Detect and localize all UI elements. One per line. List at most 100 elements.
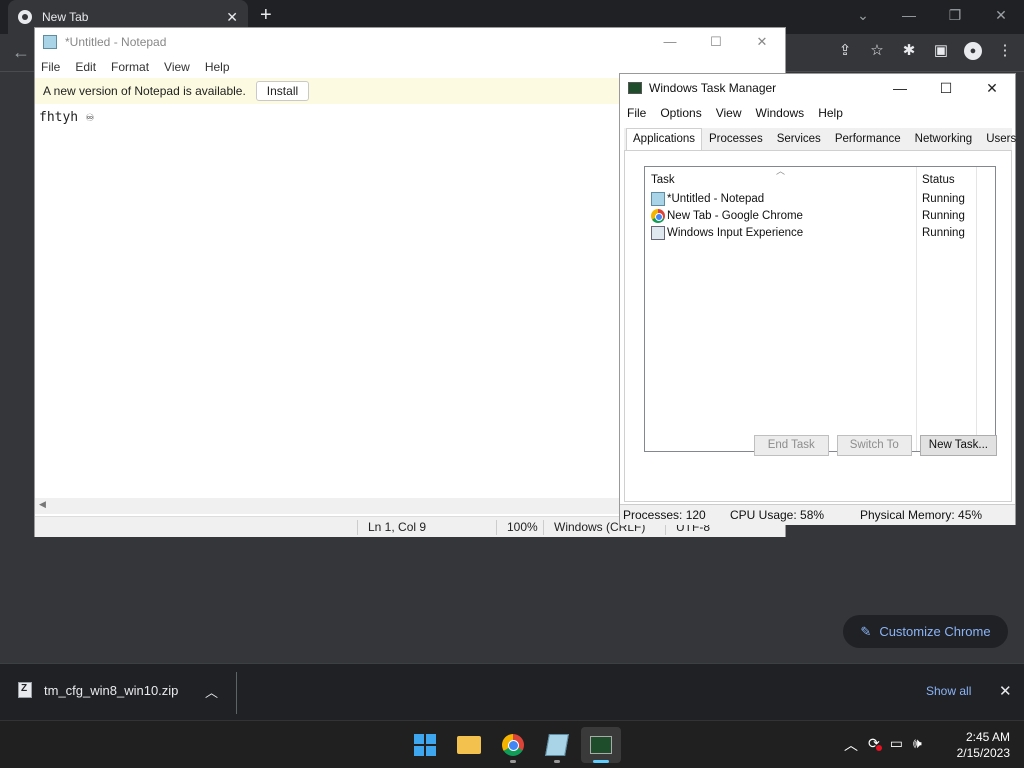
applications-panel: ︿ Task Status *Untitled - Notepad Runnin… [624, 150, 1012, 502]
download-bar: tm_cfg_win8_win10.zip ︿ Show all ✕ [0, 663, 1024, 720]
download-filename: tm_cfg_win8_win10.zip [44, 682, 179, 698]
windows-logo-icon [414, 734, 436, 756]
install-button[interactable]: Install [255, 81, 310, 101]
notepad-icon [651, 192, 665, 206]
running-indicator [554, 760, 560, 763]
taskbar-task-manager[interactable] [581, 727, 621, 763]
menu-help[interactable]: Help [205, 60, 230, 74]
download-item[interactable]: tm_cfg_win8_win10.zip [18, 682, 178, 698]
tab-applications[interactable]: Applications [626, 128, 703, 151]
chevron-up-icon[interactable]: ︿ [205, 682, 218, 701]
minimize-icon[interactable]: — [877, 74, 923, 102]
taskbar-apps [405, 727, 621, 763]
column-task[interactable]: Task [651, 174, 675, 186]
task-name: Windows Input Experience [667, 227, 804, 239]
back-button[interactable]: ← [12, 42, 30, 63]
minimize-icon[interactable]: — [886, 0, 932, 30]
column-status[interactable]: Status [922, 174, 955, 186]
side-panel-icon[interactable]: ▣ [932, 42, 950, 60]
restore-icon[interactable]: ❐ [932, 0, 978, 30]
profile-icon[interactable]: ● [964, 42, 982, 60]
taskbar-clock[interactable]: 2:45 AM 2/15/2023 [946, 729, 1010, 761]
taskbar-file-explorer[interactable] [449, 727, 489, 763]
task-manager-tabs: Applications Processes Services Performa… [624, 128, 1016, 151]
extensions-icon[interactable]: ✱ [900, 42, 918, 60]
volume-icon[interactable]: 🕪 [913, 735, 922, 755]
close-icon[interactable]: ✕ [978, 0, 1024, 30]
tab-users[interactable]: Users [979, 128, 1023, 150]
running-indicator [510, 760, 516, 763]
pencil-icon: ✎ [860, 623, 872, 639]
tab-performance[interactable]: Performance [828, 128, 908, 150]
maximize-icon[interactable]: ☐ [693, 28, 739, 56]
close-download-bar-icon[interactable]: ✕ [999, 682, 1012, 700]
notepad-title: *Untitled - Notepad [65, 35, 167, 49]
minimize-icon[interactable]: — [647, 28, 693, 56]
sort-ascending-icon: ︿ [776, 166, 786, 176]
table-row[interactable]: *Untitled - Notepad Running [645, 191, 995, 208]
new-task-button[interactable]: New Task... [919, 435, 997, 456]
process-count: Processes: 120 [623, 508, 706, 522]
task-status: Running [922, 210, 965, 222]
menu-help[interactable]: Help [818, 106, 843, 120]
running-indicator [593, 760, 609, 763]
more-icon[interactable]: ⋮ [996, 42, 1014, 60]
folder-icon [457, 736, 481, 754]
sync-icon[interactable]: ⟳ [868, 735, 882, 755]
clock-date: 2/15/2023 [956, 746, 1010, 760]
chrome-icon [651, 209, 665, 223]
switch-to-button[interactable]: Switch To [836, 435, 912, 456]
taskbar-notepad[interactable] [537, 727, 577, 763]
tab-processes[interactable]: Processes [702, 128, 770, 150]
task-manager-body: Applications Processes Services Performa… [624, 128, 1016, 502]
cpu-usage: CPU Usage: 58% [730, 508, 825, 522]
chevron-down-icon[interactable]: ⌄ [840, 0, 886, 30]
task-manager-icon [590, 736, 612, 754]
maximize-icon[interactable]: ☐ [923, 74, 969, 102]
menu-edit[interactable]: Edit [75, 60, 96, 74]
menu-file[interactable]: File [627, 106, 646, 120]
close-icon[interactable]: ✕ [739, 28, 785, 56]
start-button[interactable] [405, 727, 445, 763]
menu-format[interactable]: Format [111, 60, 149, 74]
tab-services[interactable]: Services [770, 128, 828, 150]
notepad-icon [545, 734, 569, 756]
task-manager-icon [628, 82, 642, 94]
task-status: Running [922, 227, 965, 239]
notepad-icon [43, 35, 57, 49]
task-manager-window: Windows Task Manager — ☐ ✕ File Options … [619, 73, 1016, 525]
toolbar-icons: ⇪ ☆ ✱ ▣ ● ⋮ [836, 42, 1014, 60]
task-list-header: ︿ Task Status [645, 166, 995, 191]
task-actions: End Task Switch To New Task... [625, 435, 1013, 456]
close-icon[interactable]: ✕ [969, 74, 1015, 102]
chrome-icon [502, 734, 524, 756]
end-task-button[interactable]: End Task [753, 435, 829, 456]
share-icon[interactable]: ⇪ [836, 42, 854, 60]
scroll-left-icon[interactable]: ◀ [39, 499, 46, 510]
zoom-level: 100% [496, 520, 538, 535]
physical-memory: Physical Memory: 45% [860, 508, 983, 522]
star-icon[interactable]: ☆ [868, 42, 886, 60]
menu-options[interactable]: Options [660, 106, 701, 120]
close-tab-icon[interactable]: ✕ [226, 9, 238, 26]
menu-view[interactable]: View [164, 60, 190, 74]
chevron-up-icon[interactable]: ︿ [844, 735, 858, 755]
task-name: New Tab - Google Chrome [667, 210, 803, 222]
menu-file[interactable]: File [41, 60, 60, 74]
table-row[interactable]: New Tab - Google Chrome Running [645, 208, 995, 225]
task-manager-title: Windows Task Manager [649, 81, 777, 95]
task-list[interactable]: ︿ Task Status *Untitled - Notepad Runnin… [644, 166, 996, 452]
menu-windows[interactable]: Windows [756, 106, 805, 120]
taskbar-chrome[interactable] [493, 727, 533, 763]
customize-chrome-button[interactable]: ✎ Customize Chrome [843, 615, 1008, 648]
tab-networking[interactable]: Networking [908, 128, 980, 150]
network-icon[interactable]: ▭ [890, 735, 903, 755]
menu-view[interactable]: View [716, 106, 742, 120]
task-manager-menu-bar: File Options View Windows Help [620, 102, 1015, 124]
show-all-link[interactable]: Show all [926, 684, 971, 698]
task-name: *Untitled - Notepad [667, 193, 765, 205]
new-tab-button[interactable]: + [260, 4, 272, 27]
task-manager-window-controls: — ☐ ✕ [877, 74, 1015, 102]
cursor-position: Ln 1, Col 9 [357, 520, 426, 535]
table-row[interactable]: Windows Input Experience Running [645, 225, 995, 242]
